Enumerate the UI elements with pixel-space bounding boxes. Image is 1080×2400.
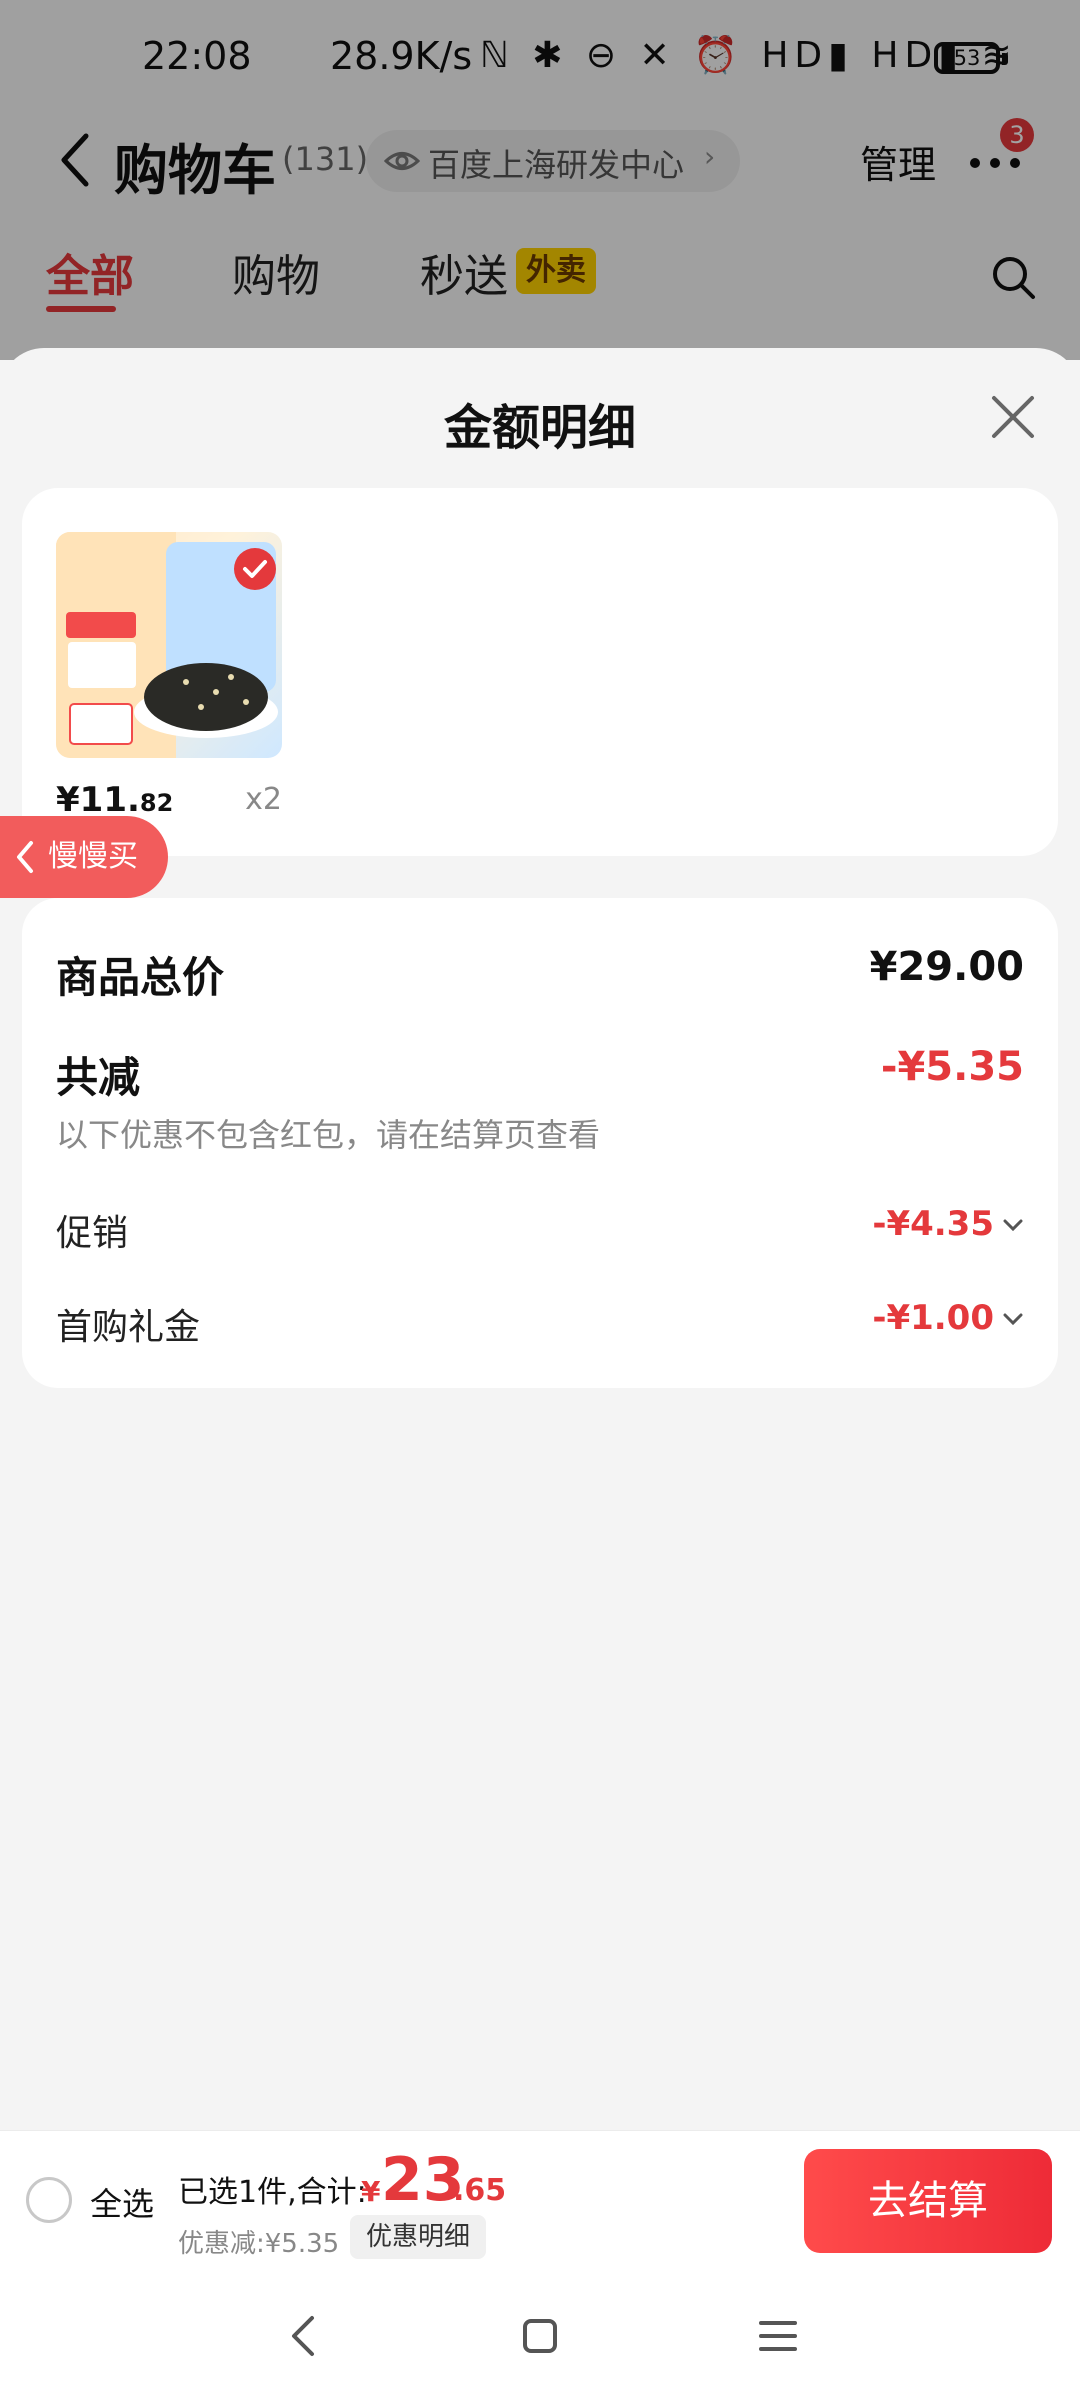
discount-detail-button[interactable]: 优惠明细: [350, 2215, 487, 2259]
total-reduction-value: -¥5.35: [880, 1044, 1024, 1090]
total-reduction-row: 共减 -¥5.35: [56, 1044, 1024, 1102]
system-navigation-bar: [0, 2270, 1080, 2400]
first-purchase-gift-row[interactable]: 首购礼金 -¥1.00: [56, 1298, 1024, 1348]
total-amount-integer: 23: [381, 2145, 465, 2215]
price-integer: ¥11.: [56, 780, 140, 820]
slow-buy-label: 慢慢买: [48, 839, 138, 874]
close-icon[interactable]: [988, 392, 1038, 442]
sheet-title: 金额明细: [443, 400, 636, 456]
system-home-icon[interactable]: [522, 2318, 558, 2354]
selected-check-icon: [234, 548, 276, 590]
select-all-label[interactable]: 全选: [90, 2179, 154, 2225]
system-back-icon[interactable]: [288, 2314, 318, 2358]
promotion-row[interactable]: 促销 -¥4.35: [56, 1204, 1024, 1254]
chevron-left-icon: [17, 841, 33, 873]
amount-detail-sheet: 金额明细 ¥11.82 x2 商品总价 ¥29.00 共减 -¥5.35 以下优…: [0, 348, 1080, 2128]
system-menu-icon[interactable]: [758, 2318, 798, 2354]
goods-total-row: 商品总价 ¥29.00: [56, 944, 1024, 1002]
reduction-note: 以下优惠不包含红包，请在结算页查看: [56, 1116, 601, 1154]
selected-products-card: ¥11.82 x2: [22, 488, 1058, 856]
slow-buy-float-button[interactable]: 慢慢买: [0, 816, 168, 898]
selected-count-text: 已选1件,合计:: [178, 2175, 367, 2210]
discount-summary: 优惠减:¥5.35: [178, 2229, 340, 2259]
select-all-checkbox[interactable]: [26, 2177, 72, 2223]
total-reduction-label: 共减: [56, 1053, 141, 1102]
chevron-down-icon: [1003, 1219, 1023, 1232]
total-amount-decimal: .65: [453, 2173, 507, 2208]
reduction-note-row: 以下优惠不包含红包，请在结算页查看: [56, 1110, 1024, 1156]
product-thumbnail[interactable]: [56, 532, 282, 758]
price-breakdown-card: 商品总价 ¥29.00 共减 -¥5.35 以下优惠不包含红包，请在结算页查看 …: [22, 898, 1058, 1388]
modal-backdrop[interactable]: [0, 0, 1080, 360]
first-purchase-gift-label: 首购礼金: [56, 1307, 201, 1348]
product-quantity: x2: [245, 782, 282, 817]
price-decimal: 82: [139, 789, 174, 817]
promotion-label: 促销: [56, 1213, 129, 1254]
goods-total-label: 商品总价: [56, 953, 225, 1002]
checkout-bar: 全选 已选1件,合计: ¥ 23 .65 优惠减:¥5.35 优惠明细 去结算: [0, 2130, 1080, 2270]
currency-symbol: ¥: [361, 2175, 381, 2208]
chevron-down-icon: [1003, 1313, 1023, 1326]
checkout-button[interactable]: 去结算: [804, 2149, 1052, 2253]
goods-total-value: ¥29.00: [869, 944, 1024, 990]
product-unit-price: ¥11.82: [56, 780, 173, 820]
